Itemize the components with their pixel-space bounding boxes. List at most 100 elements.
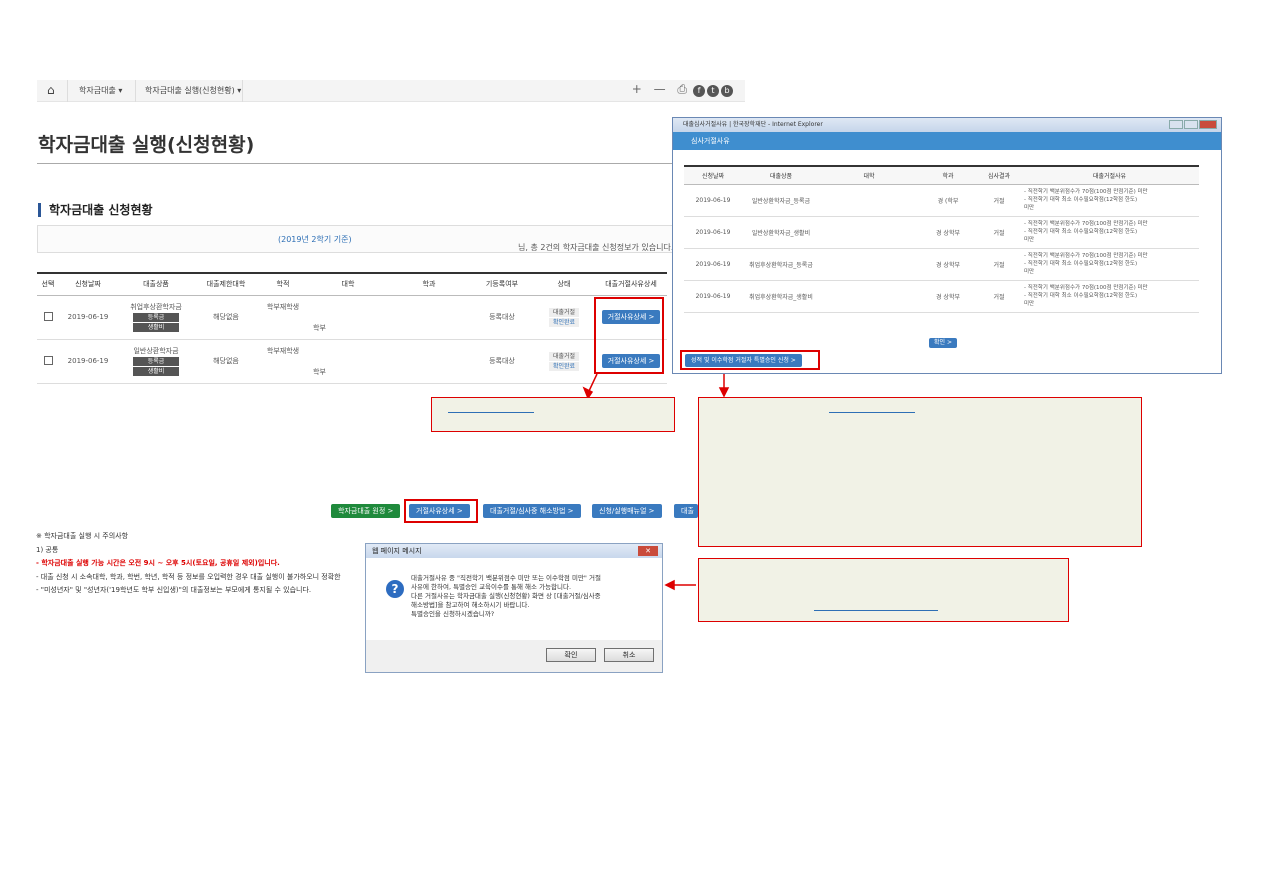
twitter-icon[interactable]: t xyxy=(707,85,719,97)
manual-button[interactable]: 신청/실행매뉴얼 > xyxy=(592,504,662,518)
col-reason: 대출거절사유 xyxy=(1020,166,1199,185)
cell-dept: 경 상학부 xyxy=(918,280,978,313)
cell-date: 2019-06-19 xyxy=(59,295,117,340)
cell-result: 거절 xyxy=(978,248,1020,281)
dialog-body: ? 대출거절사유 중 "직전학기 백분위점수 미만 또는 이수학점 미만" 거절… xyxy=(366,558,662,640)
cell-academic: 학부재학생 xyxy=(257,295,309,340)
table-row: 2019-06-19 일반상환학자금_생활비 경 상학부 거절 - 직전학기 백… xyxy=(684,216,1199,249)
arrow-head-2 xyxy=(718,387,730,398)
dialog-message-line: 해소방법]을 참고하여 해소하시기 바랍니다. xyxy=(411,601,530,609)
row-checkbox-cell xyxy=(37,295,59,340)
cell-result: 거절 xyxy=(978,184,1020,217)
cell-college xyxy=(820,280,918,313)
reason-line: - 직전학기 대학 최소 이수필요학점(12학점 한도) xyxy=(1024,293,1138,299)
dialog-ok-button[interactable]: 확인 xyxy=(546,648,596,662)
dialog-titlebar: 웹 페이지 메시지 xyxy=(366,544,662,558)
col-state: 상태 xyxy=(533,273,595,296)
reason-line: - 직전학기 대학 최소 이수필요학점(12학점 한도) xyxy=(1024,229,1138,235)
notes-subtitle: 1) 공통 xyxy=(36,545,59,554)
col-reason-detail: 대출거절사유상세 xyxy=(595,273,667,296)
cell-academic: 학부재학생 xyxy=(257,339,309,384)
notes-title: ※ 학자금대출 실행 시 주의사항 xyxy=(36,532,129,540)
highlight-bottom-button xyxy=(404,499,478,523)
col-result: 심사결과 xyxy=(978,166,1020,185)
reason-line: 미만 xyxy=(1024,269,1035,275)
info-text-main: 님, 총 2건의 학자금대출 신청정보가 있습니다. xyxy=(518,243,674,252)
notes-line-time: - 학자금대출 실행 가능 시간은 오전 9시 ~ 오후 5시(토요일, 공휴일… xyxy=(36,559,280,567)
breadcrumb-item-execution[interactable]: 학자금대출 실행(신청현황) ▾ xyxy=(145,85,241,96)
product-name: 취업후상환학자금 xyxy=(130,302,182,311)
col-product: 대출상품 xyxy=(742,166,820,185)
reason-line: - 직전학기 백분위점수가 70점(100점 만점기준) 미만 xyxy=(1024,221,1148,227)
reject-reason-popup: 대출심사거절사유 | 한국장학재단 - Internet Explorer 심사… xyxy=(672,117,1222,374)
col-dept: 학과 xyxy=(918,166,978,185)
badge-tuition: 등록금 xyxy=(133,356,179,366)
page-title: 학자금대출 실행(신청현황) xyxy=(38,134,255,156)
close-icon[interactable] xyxy=(1199,120,1217,129)
cell-date: 2019-06-19 xyxy=(684,216,742,249)
blog-icon[interactable]: b xyxy=(721,85,733,97)
info-box: 님, 총 2건의 학자금대출 신청정보가 있습니다. (2019년 2학기 기준… xyxy=(37,225,687,253)
dialog-message-line: 다른 거절사유는 학자금대출 실행(신청현황) 화면 상 [대출거절/심사중 xyxy=(411,592,601,600)
cell-college: 학부 xyxy=(309,339,387,384)
highlight-reject-detail xyxy=(594,297,664,374)
home-icon[interactable]: ⌂ xyxy=(47,83,55,97)
badge-tuition: 등록금 xyxy=(133,312,179,322)
close-icon[interactable]: ✕ xyxy=(638,546,658,556)
cell-date: 2019-06-19 xyxy=(684,184,742,217)
window-controls xyxy=(1168,120,1217,129)
cell-state: 대출거절 확인완료 xyxy=(533,295,595,340)
table-row: 2019-06-19 일반상환학자금 등록금 생활비 해당없음 학부재학생 학부 등… xyxy=(37,339,667,384)
col-date: 신청날짜 xyxy=(59,273,117,296)
dialog-cancel-button[interactable]: 취소 xyxy=(604,648,654,662)
dialog-message-line: 사유에 한하여, 특별승인 교육이수를 통해 해소 가능합니다. xyxy=(411,583,572,591)
dialog-message-line: 특별승인을 신청하시겠습니까? xyxy=(411,610,495,618)
cell-product: 일반상환학자금_생활비 xyxy=(742,216,820,249)
annotation-box-2 xyxy=(698,397,1142,547)
row-checkbox[interactable] xyxy=(43,311,53,321)
cell-result: 거절 xyxy=(978,280,1020,313)
breadcrumb-item-loan[interactable]: 학자금대출 ▾ xyxy=(79,85,122,96)
cell-college: 학부 xyxy=(309,295,387,340)
resolution-method-button[interactable]: 대출거절/심사중 해소방법 > xyxy=(483,504,581,518)
reason-line: - 직전학기 대학 최소 이수필요학점(12학점 한도) xyxy=(1024,197,1138,203)
annotation-box-3 xyxy=(698,558,1069,622)
title-divider xyxy=(37,163,687,164)
table-row: 2019-06-19 취업후상환학자금 등록금 생활비 해당없음 학부재학생 학부 … xyxy=(37,295,667,340)
table-row: 2019-06-19 취업후상환학자금_생활비 경 상학부 거절 - 직전학기 … xyxy=(684,280,1199,313)
state-confirmed: 확인완료 xyxy=(549,317,579,327)
cell-state: 대출거절 확인완료 xyxy=(533,339,595,384)
state-rejected: 대출거절 xyxy=(549,351,579,361)
popup-header: 심사거절사유 xyxy=(673,132,1221,150)
cell-registered: 등록대상 xyxy=(471,295,533,340)
cell-product: 취업후상환학자금 등록금 생활비 xyxy=(117,295,195,340)
reason-line: - 직전학기 대학 최소 이수필요학점(12학점 한도) xyxy=(1024,261,1138,267)
col-college: 대학 xyxy=(309,273,387,296)
dialog-title: 웹 페이지 메시지 xyxy=(372,547,422,555)
state-confirmed: 확인완료 xyxy=(549,361,579,371)
cell-reason: - 직전학기 백분위점수가 70점(100점 만점기준) 미만 - 직전학기 대학… xyxy=(1020,216,1199,249)
reason-line: 미만 xyxy=(1024,301,1035,307)
minimize-icon[interactable] xyxy=(1169,120,1183,129)
col-date: 신청날짜 xyxy=(684,166,742,185)
cell-product: 일반상환학자금_등록금 xyxy=(742,184,820,217)
loan-more-button[interactable]: 대출 xyxy=(674,504,698,518)
cell-date: 2019-06-19 xyxy=(59,339,117,384)
cell-product: 일반상환학자금 등록금 생활비 xyxy=(117,339,195,384)
row-checkbox[interactable] xyxy=(43,355,53,365)
loan-execute-button[interactable]: 학자금대출 원정 > xyxy=(331,504,401,518)
facebook-icon[interactable]: f xyxy=(693,85,705,97)
popup-confirm-button[interactable]: 확인 > xyxy=(929,338,957,348)
question-icon: ? xyxy=(386,580,404,598)
annotation-underline xyxy=(448,412,534,413)
cell-date: 2019-06-19 xyxy=(684,248,742,281)
col-product: 대출상품 xyxy=(117,273,195,296)
cell-dept: 경 (학부 xyxy=(918,184,978,217)
zoom-print-icons[interactable]: + — ⎙ xyxy=(632,82,691,96)
popup-header-title: 심사거절사유 xyxy=(691,137,730,145)
cell-dept xyxy=(387,339,471,384)
divider xyxy=(135,80,136,102)
cell-result: 거절 xyxy=(978,216,1020,249)
cell-product: 취업후상환학자금_생활비 xyxy=(742,280,820,313)
maximize-icon[interactable] xyxy=(1184,120,1198,129)
